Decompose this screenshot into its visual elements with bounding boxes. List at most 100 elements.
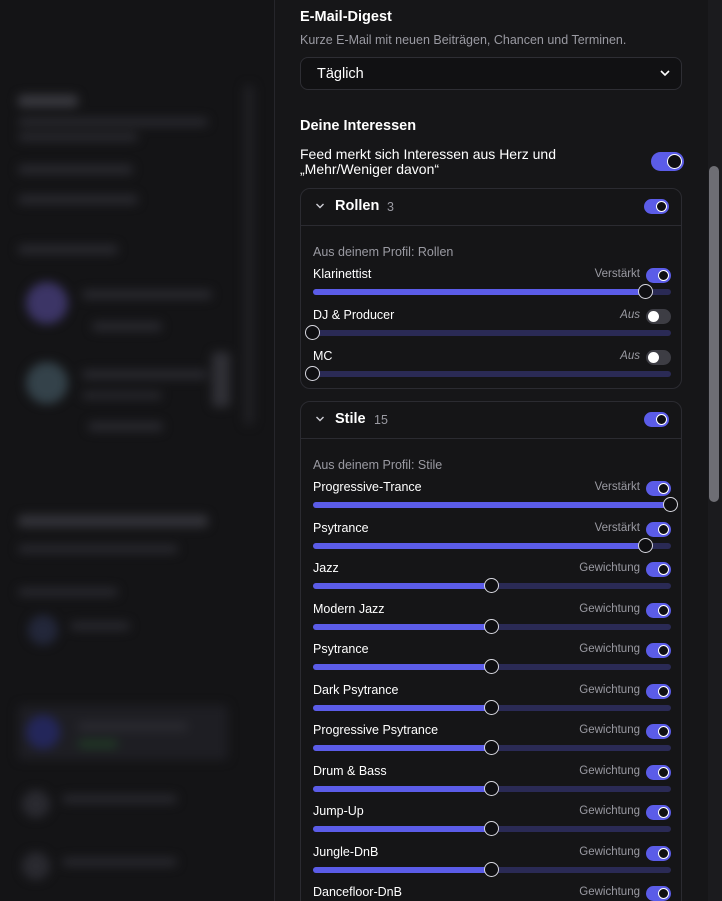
interest-row: DJ & Producer Aus (305, 308, 671, 348)
interest-label: Jump-Up (313, 804, 364, 818)
chevron-down-icon (660, 70, 670, 77)
digest-frequency-value: Täglich (317, 66, 364, 82)
interest-row: Dancefloor-DnB Gewichtung (313, 885, 671, 901)
interest-row: Progressive-Trance Verstärkt (313, 480, 678, 520)
group-count: 3 (387, 200, 394, 214)
feed-learn-label-line2: „Mehr/Weniger davon“ (300, 161, 440, 177)
digest-title: E-Mail-Digest (300, 9, 392, 25)
interest-toggle[interactable] (646, 886, 671, 901)
interest-row: Psytrance Verstärkt (313, 521, 671, 561)
interest-slider-fill (313, 624, 492, 630)
interest-row: Jazz Gewichtung (313, 561, 671, 601)
interest-label: Dark Psytrance (313, 683, 399, 697)
interest-label: Progressive Psytrance (313, 723, 439, 737)
chevron-down-icon[interactable] (315, 201, 325, 211)
interest-slider[interactable] (313, 700, 671, 715)
interest-slider-thumb[interactable] (637, 284, 653, 299)
interest-status: Gewichtung (579, 886, 640, 898)
interest-status: Gewichtung (579, 643, 640, 655)
interests-title: Deine Interessen (300, 118, 417, 134)
interest-status: Gewichtung (579, 846, 640, 858)
interest-toggle[interactable] (646, 522, 671, 537)
settings-panel: E-Mail-Digest Kurze E-Mail mit neuen Bei… (274, 0, 709, 901)
interest-slider-fill (313, 705, 492, 711)
interest-slider-thumb[interactable] (484, 659, 499, 674)
interest-toggle[interactable] (646, 268, 671, 283)
interest-toggle[interactable] (646, 724, 671, 739)
interest-slider[interactable] (305, 325, 671, 340)
interest-toggle[interactable] (646, 846, 671, 861)
interest-slider-fill (313, 289, 646, 295)
interest-slider-thumb[interactable] (663, 497, 678, 512)
interest-status: Gewichtung (579, 603, 640, 615)
interest-slider[interactable] (313, 740, 671, 755)
digest-frequency-select[interactable]: Täglich (300, 57, 682, 90)
interest-row: Psytrance Gewichtung (313, 642, 671, 682)
interest-label: Jungle-DnB (313, 845, 379, 859)
interest-toggle[interactable] (646, 603, 671, 618)
interest-slider-thumb[interactable] (305, 325, 320, 340)
interest-slider[interactable] (313, 781, 671, 796)
interest-status: Gewichtung (579, 724, 640, 736)
interest-status: Gewichtung (579, 765, 640, 777)
interest-slider[interactable] (313, 821, 671, 836)
interest-label: Psytrance (313, 521, 369, 535)
interest-status: Aus (620, 350, 640, 362)
interest-slider-fill (313, 664, 492, 670)
group-toggle[interactable] (644, 199, 669, 214)
scrollbar-thumb[interactable] (709, 166, 719, 502)
interest-toggle[interactable] (646, 805, 671, 820)
interest-slider-fill (313, 502, 671, 508)
interest-slider-fill (313, 745, 492, 751)
interest-slider-thumb[interactable] (637, 538, 653, 553)
interest-slider-thumb[interactable] (484, 578, 499, 593)
interest-status: Gewichtung (579, 805, 640, 817)
chevron-down-icon[interactable] (315, 414, 325, 424)
interest-label: MC (313, 349, 333, 363)
interest-status: Aus (620, 309, 640, 321)
interest-slider-thumb[interactable] (484, 740, 499, 755)
interest-toggle[interactable] (646, 562, 671, 577)
interest-slider-fill (313, 583, 492, 589)
group-card: Rollen 3 Aus deinem Profil: Rollen Klarinet… (300, 188, 682, 389)
interest-toggle[interactable] (646, 350, 671, 365)
interest-toggle[interactable] (646, 481, 671, 496)
interest-slider-fill (313, 826, 492, 832)
interest-slider[interactable] (313, 659, 671, 674)
interest-slider-fill (313, 786, 492, 792)
group-title: Stile (335, 411, 366, 427)
interest-slider-fill (313, 867, 492, 873)
interest-label: Psytrance (313, 642, 369, 656)
group-toggle[interactable] (644, 412, 669, 427)
interest-status: Verstärkt (594, 268, 640, 280)
interest-slider[interactable] (313, 578, 671, 593)
interest-label: Dancefloor-DnB (313, 885, 402, 899)
interest-slider-thumb[interactable] (484, 862, 499, 877)
group-header[interactable]: Stile 15 (301, 402, 681, 439)
group-header[interactable]: Rollen 3 (301, 189, 681, 226)
interest-row: Jump-Up Gewichtung (313, 804, 671, 844)
group-count: 15 (374, 413, 388, 427)
interest-slider-thumb[interactable] (305, 366, 320, 381)
group-card: Stile 15 Aus deinem Profil: Stile Progressi… (300, 401, 682, 901)
interest-slider[interactable] (313, 497, 678, 512)
interest-slider[interactable] (313, 284, 671, 299)
interest-toggle[interactable] (646, 684, 671, 699)
group-source-label: Aus deinem Profil: Stile (313, 458, 443, 472)
interest-toggle[interactable] (646, 643, 671, 658)
interest-slider[interactable] (313, 619, 671, 634)
interest-label: Progressive-Trance (313, 480, 422, 494)
interest-status: Verstärkt (594, 522, 640, 534)
interest-slider[interactable] (313, 538, 671, 553)
interest-row: Drum & Bass Gewichtung (313, 764, 671, 804)
interest-status: Gewichtung (579, 562, 640, 574)
interest-slider[interactable] (305, 366, 671, 381)
interest-slider-thumb[interactable] (484, 619, 499, 634)
interest-slider-thumb[interactable] (484, 781, 499, 796)
feed-learn-toggle[interactable] (651, 152, 684, 171)
interest-slider-thumb[interactable] (484, 700, 499, 715)
interest-slider[interactable] (313, 862, 671, 877)
interest-toggle[interactable] (646, 765, 671, 780)
interest-slider-thumb[interactable] (484, 821, 499, 836)
interest-toggle[interactable] (646, 309, 671, 324)
